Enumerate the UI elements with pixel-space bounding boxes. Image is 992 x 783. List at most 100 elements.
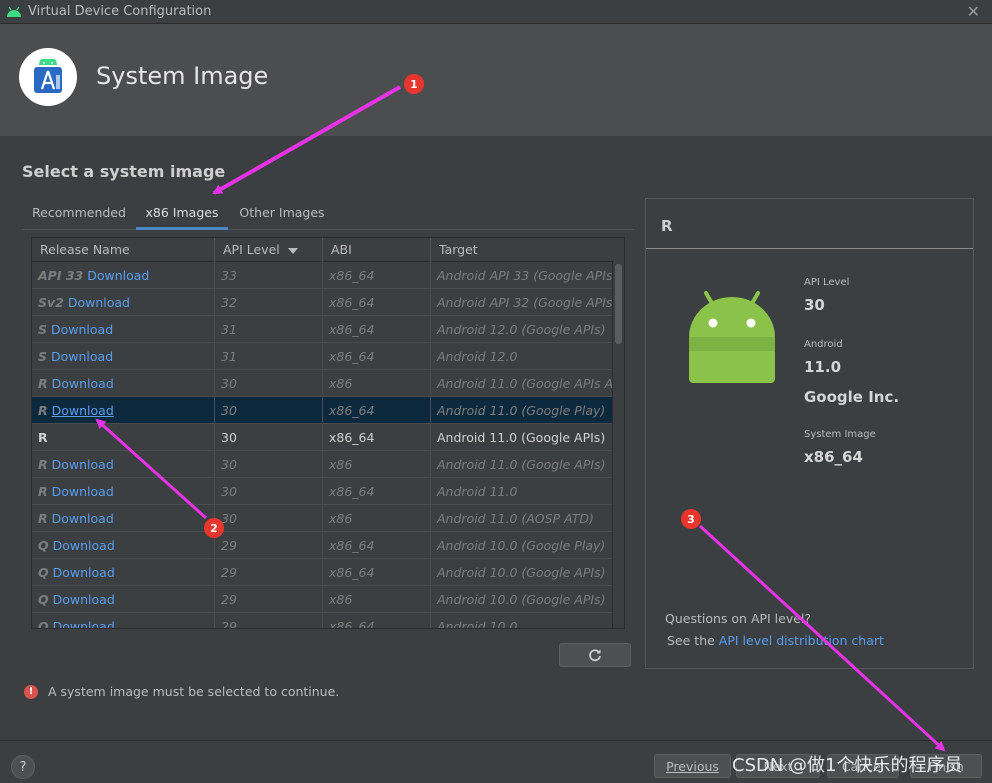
release-codename: API 33 — [38, 268, 84, 283]
sort-descending-icon — [287, 247, 298, 254]
table-row[interactable]: R 30 x86_64 Android 11.0 (Google APIs) — [32, 424, 614, 451]
release-codename: R — [38, 376, 48, 391]
table-row[interactable]: Q Download 29 x86_64 Android 10.0 (Google Pl… — [32, 532, 614, 559]
api-level-cell: 30 — [215, 397, 323, 424]
tab-other-images[interactable]: Other Images — [230, 200, 334, 230]
see-the-text: See the — [667, 633, 719, 648]
download-link[interactable]: Download — [53, 619, 115, 628]
release-name-cell: R Download — [32, 397, 215, 424]
target-cell: Android 11.0 (Google APIs ATD) — [437, 376, 614, 391]
release-codename: R — [38, 403, 48, 418]
download-link[interactable]: Download — [52, 457, 114, 472]
refresh-icon — [589, 649, 601, 662]
download-link[interactable]: Download — [51, 322, 113, 337]
download-link[interactable]: Download — [87, 268, 149, 283]
release-codename: Sv2 — [38, 295, 64, 310]
table-row[interactable]: Q Download 29 x86 Android 10.0 (Google APIs) — [32, 586, 614, 613]
table-row[interactable]: Sv2 Download 32 x86_64 Android API 32 (Googl… — [32, 289, 614, 316]
table-row[interactable]: R Download 30 x86_64 Android 11.0 (Google Pl… — [32, 397, 614, 424]
abi-cell: x86 — [323, 370, 431, 397]
api-level-cell: 29 — [215, 532, 323, 559]
table-row[interactable]: S Download 31 x86_64 Android 12.0 (Google AP… — [32, 316, 614, 343]
page-title: System Image — [96, 62, 269, 90]
release-name-cell: R Download — [32, 370, 215, 397]
abi-cell: x86_64 — [323, 262, 431, 289]
api-level-cell: 29 — [215, 586, 323, 613]
table-row[interactable]: R Download 30 x86 Android 11.0 (Google APIs) — [32, 451, 614, 478]
api-level-label: API Level — [804, 277, 850, 288]
download-link[interactable]: Download — [53, 565, 115, 580]
column-api-level[interactable]: API Level — [215, 238, 323, 262]
release-name-cell: R Download — [32, 451, 215, 478]
previous-button[interactable]: Previous — [654, 754, 731, 778]
target-cell: Android 11.0 — [437, 484, 518, 499]
table-row[interactable]: R Download 30 x86_64 Android 11.0 — [32, 478, 614, 505]
api-level-cell: 31 — [215, 316, 323, 343]
table-row[interactable]: S Download 31 x86_64 Android 12.0 — [32, 343, 614, 370]
download-link[interactable]: Download — [53, 592, 115, 607]
close-icon[interactable]: ✕ — [967, 2, 980, 21]
api-question-text: Questions on API level? — [665, 611, 812, 626]
api-level-cell: 29 — [215, 613, 323, 628]
column-release-name[interactable]: Release Name — [32, 238, 215, 262]
release-codename: Q — [38, 619, 49, 629]
table-row[interactable]: API 33 Download 33 x86_64 Android API 33 (Go… — [32, 262, 614, 289]
release-codename: R — [38, 430, 48, 445]
download-link[interactable]: Download — [52, 511, 114, 526]
target-cell: Android 11.0 (Google Play) — [437, 403, 606, 418]
target-cell: Android API 33 (Google APIs) — [437, 268, 614, 283]
release-name-cell: R Download — [32, 505, 215, 532]
download-link[interactable]: Download — [51, 349, 113, 364]
api-distribution-chart-link[interactable]: API level distribution chart — [719, 633, 884, 648]
image-tabs: Recommended x86 Images Other Images — [22, 200, 634, 230]
android-label: Android — [804, 339, 843, 350]
release-name-cell: API 33 Download — [32, 262, 215, 289]
download-link[interactable]: Download — [52, 403, 114, 418]
release-name-cell: Q Download — [32, 559, 215, 586]
release-name-cell: S Download — [32, 316, 215, 343]
validation-error: ! A system image must be selected to con… — [24, 684, 339, 699]
table-row[interactable]: R Download 30 x86 Android 11.0 (Google APIs … — [32, 370, 614, 397]
csdn-watermark: CSDN @做1个快乐的程序员 — [732, 755, 963, 776]
abi-cell: x86_64 — [323, 613, 431, 628]
release-name-cell: Q Download — [32, 613, 215, 629]
wizard-footer: ? Previous Next Cancel Finish CSDN @做1个快… — [0, 740, 992, 783]
target-cell: Android 10.0 (Google Play) — [437, 538, 606, 553]
android-robot-icon — [689, 291, 775, 383]
abi-cell: x86 — [323, 451, 431, 478]
table-row[interactable]: Q Download 29 x86_64 Android 10.0 (Google AP… — [32, 559, 614, 586]
abi-cell: x86 — [323, 505, 431, 532]
api-level-cell: 30 — [215, 424, 323, 451]
column-target[interactable]: Target — [431, 238, 614, 262]
table-row[interactable]: R Download 30 x86 Android 11.0 (AOSP ATD) — [32, 505, 614, 532]
table-row[interactable]: Q Download 29 x86_64 Android 10.0 — [32, 613, 614, 629]
scrollbar-thumb[interactable] — [615, 264, 622, 344]
target-cell: Android 10.0 — [437, 619, 518, 629]
target-cell: Android 10.0 (Google APIs) — [437, 565, 606, 580]
system-image-table: Release Name API Level ABI Target API 33… — [31, 237, 625, 629]
help-button[interactable]: ? — [11, 755, 35, 779]
refresh-button[interactable] — [559, 643, 631, 667]
release-name-cell: Q Download — [32, 586, 215, 613]
api-level-cell: 33 — [215, 262, 323, 289]
release-codename: S — [38, 322, 48, 337]
table-scrollbar[interactable] — [612, 262, 624, 628]
tab-x86-images[interactable]: x86 Images — [136, 200, 228, 230]
api-level-cell: 32 — [215, 289, 323, 316]
release-codename: S — [38, 349, 48, 364]
android-studio-icon — [34, 59, 62, 93]
download-link[interactable]: Download — [52, 484, 114, 499]
abi-cell: x86_64 — [323, 559, 431, 586]
download-link[interactable]: Download — [68, 295, 130, 310]
column-abi[interactable]: ABI — [323, 238, 431, 262]
tab-recommended[interactable]: Recommended — [24, 200, 134, 230]
android-version-value: 11.0 — [804, 358, 842, 376]
system-image-value: x86_64 — [804, 448, 863, 466]
window-titlebar: Virtual Device Configuration ✕ — [0, 0, 992, 24]
abi-cell: x86_64 — [323, 532, 431, 559]
download-link[interactable]: Download — [52, 376, 114, 391]
abi-cell: x86_64 — [323, 316, 431, 343]
api-level-cell: 31 — [215, 343, 323, 370]
download-link[interactable]: Download — [53, 538, 115, 553]
target-cell: Android 12.0 (Google APIs) — [437, 322, 606, 337]
